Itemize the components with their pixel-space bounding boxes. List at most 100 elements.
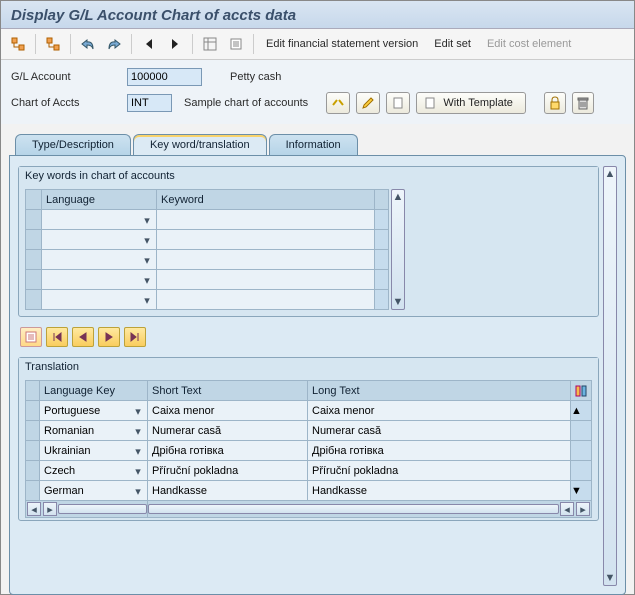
table-row[interactable] <box>26 270 42 290</box>
scroll-down-icon[interactable]: ▼ <box>604 571 616 585</box>
mid-toolbar <box>20 327 599 347</box>
keywords-col-keyword[interactable]: Keyword <box>157 190 375 210</box>
prev-page-icon[interactable] <box>72 327 94 347</box>
edit-button[interactable] <box>356 92 380 114</box>
table-row[interactable] <box>26 441 40 461</box>
gl-account-desc: Petty cash <box>230 71 281 83</box>
next-icon[interactable] <box>164 33 186 55</box>
chevron-down-icon[interactable]: ▾ <box>140 293 154 307</box>
delete-button[interactable] <box>572 92 594 114</box>
translation-grid: Language Key Short Text Long Text Portug… <box>25 380 592 518</box>
translation-vscroll-cell[interactable] <box>571 461 592 481</box>
translation-vscroll-cell[interactable]: ▲ <box>571 401 592 421</box>
translation-short-cell[interactable]: Handkasse <box>148 481 308 501</box>
translation-lang-cell[interactable]: Ukrainian▾ <box>40 441 148 461</box>
translation-lang-cell[interactable]: Romanian▾ <box>40 421 148 441</box>
translation-col-short[interactable]: Short Text <box>148 381 308 401</box>
edit-fsv-link[interactable]: Edit financial statement version <box>260 35 424 53</box>
table-row[interactable] <box>26 230 42 250</box>
translation-lang-cell[interactable]: German▾ <box>40 481 148 501</box>
edit-set-link[interactable]: Edit set <box>428 35 477 53</box>
translation-col-langkey[interactable]: Language Key <box>40 381 148 401</box>
translation-short-cell[interactable]: Numerar casă <box>148 421 308 441</box>
chevron-down-icon[interactable]: ▾ <box>131 404 145 418</box>
undo-icon[interactable] <box>77 33 99 55</box>
translation-short-cell[interactable]: Příruční pokladna <box>148 461 308 481</box>
hscroll-left-icon[interactable]: ◂ <box>27 502 41 516</box>
hscroll-left2-icon[interactable]: ◂ <box>560 502 574 516</box>
tab-information[interactable]: Information <box>269 134 358 155</box>
keywords-col-language[interactable]: Language <box>42 190 157 210</box>
create-button[interactable] <box>386 92 410 114</box>
translation-short-cell[interactable]: Дрібна готівка <box>148 441 308 461</box>
keywords-grid: Language Keyword ▾ ▾ ▾ ▾ ▾ <box>25 189 389 310</box>
translation-vscroll-cell[interactable] <box>571 421 592 441</box>
table-row[interactable] <box>26 461 40 481</box>
hierarchy-display-icon[interactable] <box>7 33 29 55</box>
translation-col-long[interactable]: Long Text <box>308 381 571 401</box>
chevron-down-icon[interactable]: ▾ <box>131 444 145 458</box>
form-area: G/L Account Petty cash Chart of Accts Sa… <box>1 60 634 124</box>
scroll-down-icon[interactable]: ▼ <box>392 295 404 309</box>
prev-icon[interactable] <box>138 33 160 55</box>
list-icon[interactable] <box>225 33 247 55</box>
tab-type-description[interactable]: Type/Description <box>15 134 131 155</box>
translation-short-cell[interactable]: Caixa menor <box>148 401 308 421</box>
gl-account-field[interactable] <box>127 68 202 86</box>
hscroll-track-right[interactable] <box>148 504 559 514</box>
chart-of-accts-label: Chart of Accts <box>11 97 121 109</box>
translation-panel: Translation Language Key Short Text Long… <box>18 357 599 521</box>
translation-long-cell[interactable]: Příruční pokladna <box>308 461 571 481</box>
translation-vscroll-cell[interactable]: ▼ <box>571 481 592 501</box>
lock-button[interactable] <box>544 92 566 114</box>
translation-long-cell[interactable]: Handkasse <box>308 481 571 501</box>
chevron-down-icon[interactable]: ▾ <box>140 253 154 267</box>
translation-rowhead <box>26 381 40 401</box>
table-row[interactable] <box>26 481 40 501</box>
translation-vscroll-cell[interactable] <box>571 441 592 461</box>
table-settings-icon[interactable] <box>571 381 592 401</box>
keywords-panel-title: Key words in chart of accounts <box>19 167 598 185</box>
keywords-col-spacer <box>375 190 389 210</box>
hscroll-right-icon[interactable]: ▸ <box>43 502 57 516</box>
table-row[interactable] <box>26 290 42 310</box>
next-page-icon[interactable] <box>98 327 120 347</box>
translation-long-cell[interactable]: Дрібна готівка <box>308 441 571 461</box>
chevron-down-icon[interactable]: ▾ <box>140 213 154 227</box>
chart-of-accts-field[interactable] <box>127 94 172 112</box>
new-entries-icon[interactable] <box>20 327 42 347</box>
table-row[interactable] <box>26 250 42 270</box>
toolbar: Edit financial statement version Edit se… <box>1 29 634 60</box>
translation-lang-cell[interactable]: Czech▾ <box>40 461 148 481</box>
translation-long-cell[interactable]: Caixa menor <box>308 401 571 421</box>
first-page-icon[interactable] <box>46 327 68 347</box>
translation-long-cell[interactable]: Numerar casă <box>308 421 571 441</box>
scroll-up-icon[interactable]: ▲ <box>392 190 404 204</box>
last-page-icon[interactable] <box>124 327 146 347</box>
redo-icon[interactable] <box>103 33 125 55</box>
hscroll-right2-icon[interactable]: ▸ <box>576 502 590 516</box>
chevron-down-icon[interactable]: ▾ <box>140 233 154 247</box>
with-template-label: With Template <box>443 97 513 109</box>
keywords-vscrollbar[interactable]: ▲ ▼ <box>391 189 405 310</box>
scroll-up-icon[interactable]: ▲ <box>604 167 616 181</box>
hscroll-track-left[interactable] <box>58 504 147 514</box>
chevron-down-icon[interactable]: ▾ <box>140 273 154 287</box>
tab-vscrollbar[interactable]: ▲ ▼ <box>603 166 617 586</box>
table-row[interactable] <box>26 421 40 441</box>
with-template-button[interactable]: With Template <box>416 92 526 114</box>
page-title: Display G/L Account Chart of accts data <box>1 1 634 29</box>
chart-of-accts-desc: Sample chart of accounts <box>184 97 308 109</box>
keywords-rowhead <box>26 190 42 210</box>
chevron-down-icon[interactable]: ▾ <box>131 484 145 498</box>
translation-lang-cell[interactable]: Portuguese▾ <box>40 401 148 421</box>
table-row[interactable] <box>26 210 42 230</box>
tab-strip: Type/Description Key word/translation In… <box>9 134 626 595</box>
chevron-down-icon[interactable]: ▾ <box>131 424 145 438</box>
tab-key-word-translation[interactable]: Key word/translation <box>133 134 267 155</box>
hierarchy-edit-icon[interactable] <box>42 33 64 55</box>
check-button[interactable] <box>326 92 350 114</box>
table-row[interactable] <box>26 401 40 421</box>
overview-icon[interactable] <box>199 33 221 55</box>
chevron-down-icon[interactable]: ▾ <box>131 464 145 478</box>
